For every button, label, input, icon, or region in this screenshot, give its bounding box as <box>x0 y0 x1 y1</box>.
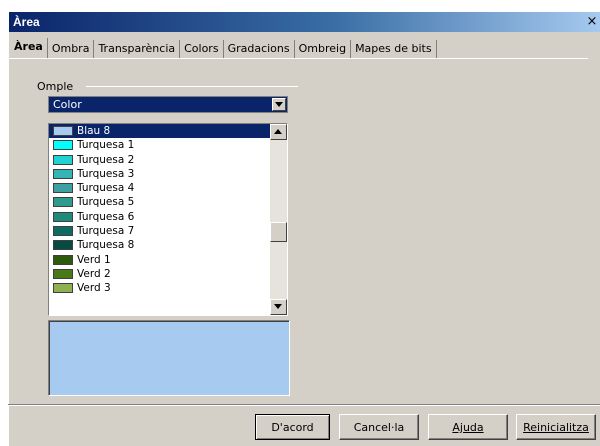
color-swatch <box>53 240 73 251</box>
tab-ombra[interactable]: Ombra <box>48 40 95 58</box>
list-item[interactable]: Turquesa 5 <box>49 195 287 209</box>
color-swatch <box>53 140 73 151</box>
color-swatch <box>53 254 73 265</box>
group-divider <box>86 86 298 87</box>
list-item[interactable]: Blau 8 <box>49 124 287 139</box>
color-swatch <box>53 226 73 237</box>
color-name: Verd 2 <box>77 267 111 280</box>
bottom-divider <box>8 404 600 406</box>
color-swatch <box>53 197 73 208</box>
cancel-button[interactable]: Cancel·la <box>339 414 419 440</box>
color-swatch <box>53 126 73 136</box>
color-name: Verd 1 <box>77 253 111 266</box>
list-item[interactable]: Turquesa 8 <box>49 238 287 252</box>
color-name: Turquesa 6 <box>77 210 135 223</box>
color-swatch <box>53 168 73 179</box>
color-name: Blau 8 <box>77 125 111 137</box>
color-swatch <box>53 268 73 279</box>
tab-bar: Àrea Ombra Transparència Colors Gradacio… <box>10 38 437 58</box>
list-item[interactable]: Turquesa 7 <box>49 224 287 238</box>
tab-area[interactable]: Àrea <box>10 38 48 58</box>
dialog-title: Àrea <box>13 15 40 29</box>
list-item[interactable]: Turquesa 2 <box>49 153 287 167</box>
tab-ombreig[interactable]: Ombreig <box>295 40 352 58</box>
list-item[interactable]: Turquesa 4 <box>49 181 287 195</box>
color-swatch <box>53 183 73 194</box>
list-item[interactable]: Verd 3 <box>49 281 287 295</box>
fill-group-label: Omple <box>36 80 75 93</box>
tab-mapes-de-bits[interactable]: Mapes de bits <box>351 40 437 58</box>
fill-type-value: Color <box>53 98 82 111</box>
scroll-down-icon[interactable] <box>270 299 287 315</box>
list-item[interactable]: Verd 1 <box>49 253 287 267</box>
list-item[interactable]: Turquesa 6 <box>49 210 287 224</box>
help-button[interactable]: Ajuda <box>428 414 508 440</box>
color-preview <box>48 320 290 396</box>
list-item[interactable]: Turquesa 3 <box>49 167 287 181</box>
title-bar[interactable]: Àrea × <box>9 12 600 32</box>
color-swatch <box>53 211 73 222</box>
ok-button[interactable]: D'acord <box>255 414 330 440</box>
color-name: Turquesa 5 <box>77 196 135 209</box>
scrollbar-thumb[interactable] <box>270 222 287 242</box>
reset-button[interactable]: Reinicialitza <box>516 414 596 440</box>
color-name: Turquesa 4 <box>77 182 135 195</box>
tab-gradacions[interactable]: Gradacions <box>224 40 295 58</box>
list-item[interactable]: Turquesa 1 <box>49 138 287 152</box>
color-name: Verd 3 <box>77 282 111 295</box>
color-name: Turquesa 3 <box>77 167 135 180</box>
color-name: Turquesa 7 <box>77 225 135 238</box>
color-list[interactable]: Blau 8 Turquesa 1 Turquesa 2 Turquesa 3 Turq… <box>48 123 288 316</box>
color-swatch <box>53 154 73 165</box>
vertical-scrollbar[interactable] <box>270 124 287 315</box>
color-name: Turquesa 1 <box>77 139 135 152</box>
close-icon[interactable]: × <box>585 15 599 29</box>
fill-type-select[interactable]: Color <box>48 96 288 113</box>
chevron-down-icon[interactable] <box>272 98 286 111</box>
color-name: Turquesa 8 <box>77 239 135 252</box>
list-item[interactable]: Verd 2 <box>49 267 287 281</box>
scroll-up-icon[interactable] <box>270 124 287 140</box>
color-name: Turquesa 2 <box>77 153 135 166</box>
color-swatch <box>53 283 73 294</box>
tab-colors[interactable]: Colors <box>180 40 224 58</box>
tab-transparencia[interactable]: Transparència <box>94 40 181 58</box>
